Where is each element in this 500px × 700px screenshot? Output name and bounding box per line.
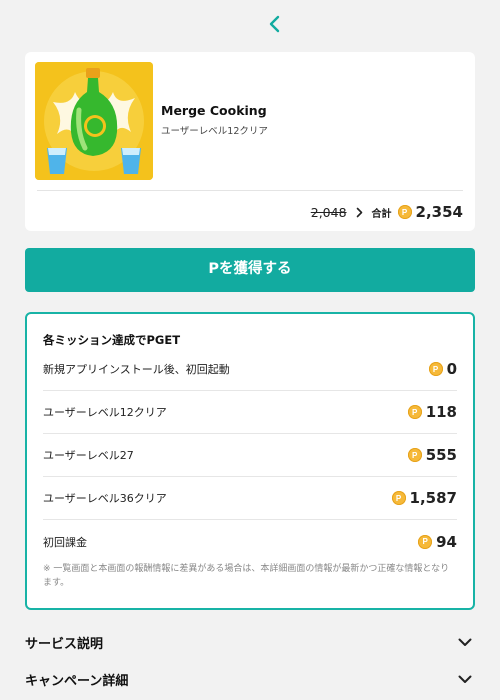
mission-row: ユーザーレベル12クリア P 118: [43, 391, 457, 434]
app-card: Merge Cooking ユーザーレベル12クリア 2,048 合計 P 2,…: [25, 52, 475, 231]
mission-points: 555: [425, 446, 457, 464]
accordion-label: キャンペーン詳細: [25, 673, 129, 689]
accordion-label: サービス説明: [25, 636, 104, 652]
disclaimer-note: ※ 一覧画面と本画面の報酬情報に差異がある場合は、本詳細画面の情報が最新かつ正確…: [43, 564, 450, 588]
mission-points: 0: [446, 360, 457, 378]
point-coin-icon: P: [407, 448, 422, 462]
mission-row: ユーザーレベル36クリア P 1,587: [43, 477, 457, 520]
back-button[interactable]: [262, 10, 288, 38]
mission-label: ユーザーレベル27: [43, 449, 134, 462]
app-name: Merge Cooking: [161, 103, 267, 118]
point-coin-icon: P: [428, 362, 443, 376]
missions-panel: 各ミッション達成でPGET 新規アプリインストール後、初回起動 P0 ユーザーレ…: [25, 312, 475, 610]
mission-points: 118: [425, 403, 457, 421]
original-price: 2,048: [310, 204, 347, 220]
mission-row: 新規アプリインストール後、初回起動 P0: [43, 348, 457, 391]
total-points: 2,354: [415, 203, 463, 221]
chevron-down-icon: [457, 671, 473, 687]
mission-row: ユーザーレベル27 P 555: [43, 434, 457, 477]
mission-label: ユーザーレベル12クリア: [43, 406, 167, 419]
point-coin-icon: P: [407, 405, 422, 419]
point-coin-icon: P: [391, 491, 406, 505]
mission-label: 初回課金: [43, 535, 87, 549]
mission-label: 新規アプリインストール後、初回起動: [43, 363, 230, 376]
service-description-accordion[interactable]: サービス説明: [25, 629, 475, 655]
campaign-details-accordion[interactable]: キャンペーン詳細: [25, 666, 475, 692]
point-coin-icon: P: [418, 534, 433, 549]
missions-title: 各ミッション達成でPGET: [43, 333, 181, 347]
mission-row: 初回課金 P 94: [43, 520, 457, 563]
total-label: 合計: [371, 208, 392, 220]
get-points-button[interactable]: Pを獲得する: [25, 248, 475, 292]
mission-label: ユーザーレベル36クリア: [43, 492, 167, 505]
chevron-down-icon: [457, 634, 473, 650]
app-subtitle: ユーザーレベル12クリア: [161, 126, 268, 137]
app-icon: [35, 62, 153, 180]
mission-points: 94: [436, 532, 457, 551]
mission-points: 1,587: [409, 489, 457, 507]
app-thumbnail[interactable]: [35, 62, 153, 180]
price-row: 2,048 合計 P 2,354: [311, 200, 463, 224]
point-coin-icon: P: [397, 205, 412, 219]
chevron-left-icon: [269, 15, 280, 33]
chevron-right-icon: [356, 207, 363, 218]
card-divider: [37, 190, 463, 191]
